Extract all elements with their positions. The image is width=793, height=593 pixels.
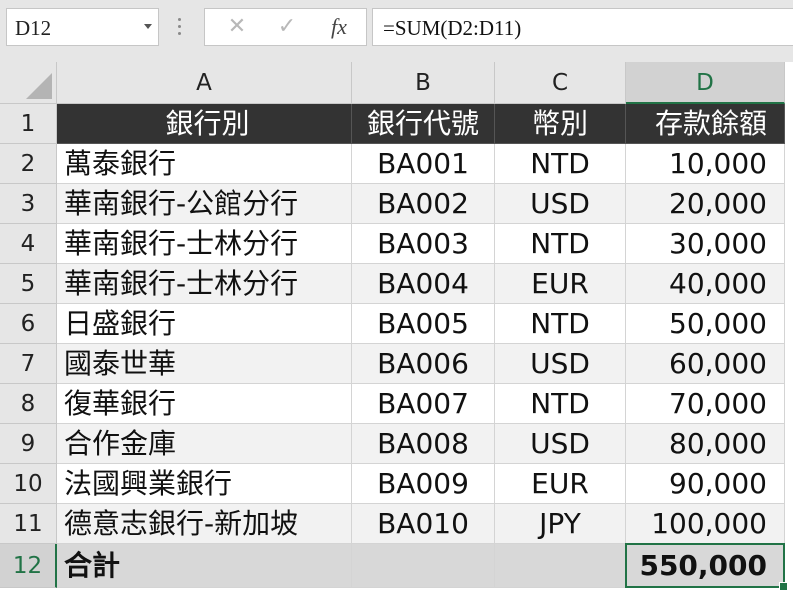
cell-c7[interactable]: USD <box>495 344 626 384</box>
cell-d4[interactable]: 30,000 <box>626 224 785 264</box>
insert-function-icon[interactable]: fx <box>319 9 359 45</box>
name-box-value: D12 <box>15 16 52 40</box>
cell-b7[interactable]: BA006 <box>352 344 495 384</box>
cell-d3[interactable]: 20,000 <box>626 184 785 224</box>
formula-buttons: ✕ ✓ fx <box>204 8 367 46</box>
cell-d1[interactable]: 存款餘額 <box>626 104 785 144</box>
cell-b2[interactable]: BA001 <box>352 144 495 184</box>
drag-handle-icon[interactable] <box>178 18 182 38</box>
cell-d10[interactable]: 90,000 <box>626 464 785 504</box>
cell-c5[interactable]: EUR <box>495 264 626 304</box>
cell-b6[interactable]: BA005 <box>352 304 495 344</box>
cell-a8[interactable]: 復華銀行 <box>57 384 352 424</box>
cell-a7[interactable]: 國泰世華 <box>57 344 352 384</box>
cell-b5[interactable]: BA004 <box>352 264 495 304</box>
column-header-d[interactable]: D <box>626 62 785 104</box>
cell-b10[interactable]: BA009 <box>352 464 495 504</box>
row-header-8[interactable]: 8 <box>0 384 57 424</box>
row-header-9[interactable]: 9 <box>0 424 57 464</box>
cell-c1[interactable]: 幣別 <box>495 104 626 144</box>
cancel-icon[interactable]: ✕ <box>219 9 255 45</box>
cell-d5[interactable]: 40,000 <box>626 264 785 304</box>
cell-d2[interactable]: 10,000 <box>626 144 785 184</box>
cell-b3[interactable]: BA002 <box>352 184 495 224</box>
cell-c11[interactable]: JPY <box>495 504 626 544</box>
chevron-down-icon[interactable] <box>144 24 152 29</box>
cell-c3[interactable]: USD <box>495 184 626 224</box>
row-header-7[interactable]: 7 <box>0 344 57 384</box>
column-header-b[interactable]: B <box>352 62 495 104</box>
row-header-12[interactable]: 12 <box>0 544 57 588</box>
cell-a6[interactable]: 日盛銀行 <box>57 304 352 344</box>
cell-c4[interactable]: NTD <box>495 224 626 264</box>
select-all-button[interactable] <box>0 62 57 104</box>
cell-b9[interactable]: BA008 <box>352 424 495 464</box>
cell-b8[interactable]: BA007 <box>352 384 495 424</box>
cell-c8[interactable]: NTD <box>495 384 626 424</box>
cell-c6[interactable]: NTD <box>495 304 626 344</box>
enter-icon[interactable]: ✓ <box>269 9 305 45</box>
formula-bar: D12 ✕ ✓ fx =SUM(D2:D11) <box>0 0 793 62</box>
cell-d7[interactable]: 60,000 <box>626 344 785 384</box>
formula-input[interactable]: =SUM(D2:D11) <box>372 8 793 46</box>
row-header-6[interactable]: 6 <box>0 304 57 344</box>
row-header-11[interactable]: 11 <box>0 504 57 544</box>
cell-c2[interactable]: NTD <box>495 144 626 184</box>
cell-c10[interactable]: EUR <box>495 464 626 504</box>
cell-b1[interactable]: 銀行代號 <box>352 104 495 144</box>
column-header-a[interactable]: A <box>57 62 352 104</box>
cell-d8[interactable]: 70,000 <box>626 384 785 424</box>
cell-a12[interactable]: 合計 <box>57 544 352 588</box>
cell-d9[interactable]: 80,000 <box>626 424 785 464</box>
cell-a4[interactable]: 華南銀行-士林分行 <box>57 224 352 264</box>
fill-handle[interactable] <box>779 582 788 591</box>
cell-a1[interactable]: 銀行別 <box>57 104 352 144</box>
cell-a9[interactable]: 合作金庫 <box>57 424 352 464</box>
cell-d6[interactable]: 50,000 <box>626 304 785 344</box>
cell-d11[interactable]: 100,000 <box>626 504 785 544</box>
cell-a3[interactable]: 華南銀行-公館分行 <box>57 184 352 224</box>
cell-c12[interactable] <box>495 544 626 588</box>
cell-d12[interactable]: 550,000 <box>626 544 785 588</box>
row-header-5[interactable]: 5 <box>0 264 57 304</box>
row-header-10[interactable]: 10 <box>0 464 57 504</box>
row-header-2[interactable]: 2 <box>0 144 57 184</box>
cell-a2[interactable]: 萬泰銀行 <box>57 144 352 184</box>
cell-b12[interactable] <box>352 544 495 588</box>
cell-a10[interactable]: 法國興業銀行 <box>57 464 352 504</box>
column-header-c[interactable]: C <box>495 62 626 104</box>
formula-text: =SUM(D2:D11) <box>383 16 522 40</box>
spreadsheet-grid: A B C D 1 銀行別 銀行代號 幣別 存款餘額 2 萬泰銀行 BA001 NTD 10,000 3 華南… <box>0 62 793 593</box>
cell-b11[interactable]: BA010 <box>352 504 495 544</box>
row-header-3[interactable]: 3 <box>0 184 57 224</box>
cell-a5[interactable]: 華南銀行-士林分行 <box>57 264 352 304</box>
name-box[interactable]: D12 <box>6 8 159 46</box>
row-header-4[interactable]: 4 <box>0 224 57 264</box>
row-header-1[interactable]: 1 <box>0 104 57 144</box>
cell-c9[interactable]: USD <box>495 424 626 464</box>
cell-a11[interactable]: 德意志銀行-新加坡 <box>57 504 352 544</box>
cell-b4[interactable]: BA003 <box>352 224 495 264</box>
